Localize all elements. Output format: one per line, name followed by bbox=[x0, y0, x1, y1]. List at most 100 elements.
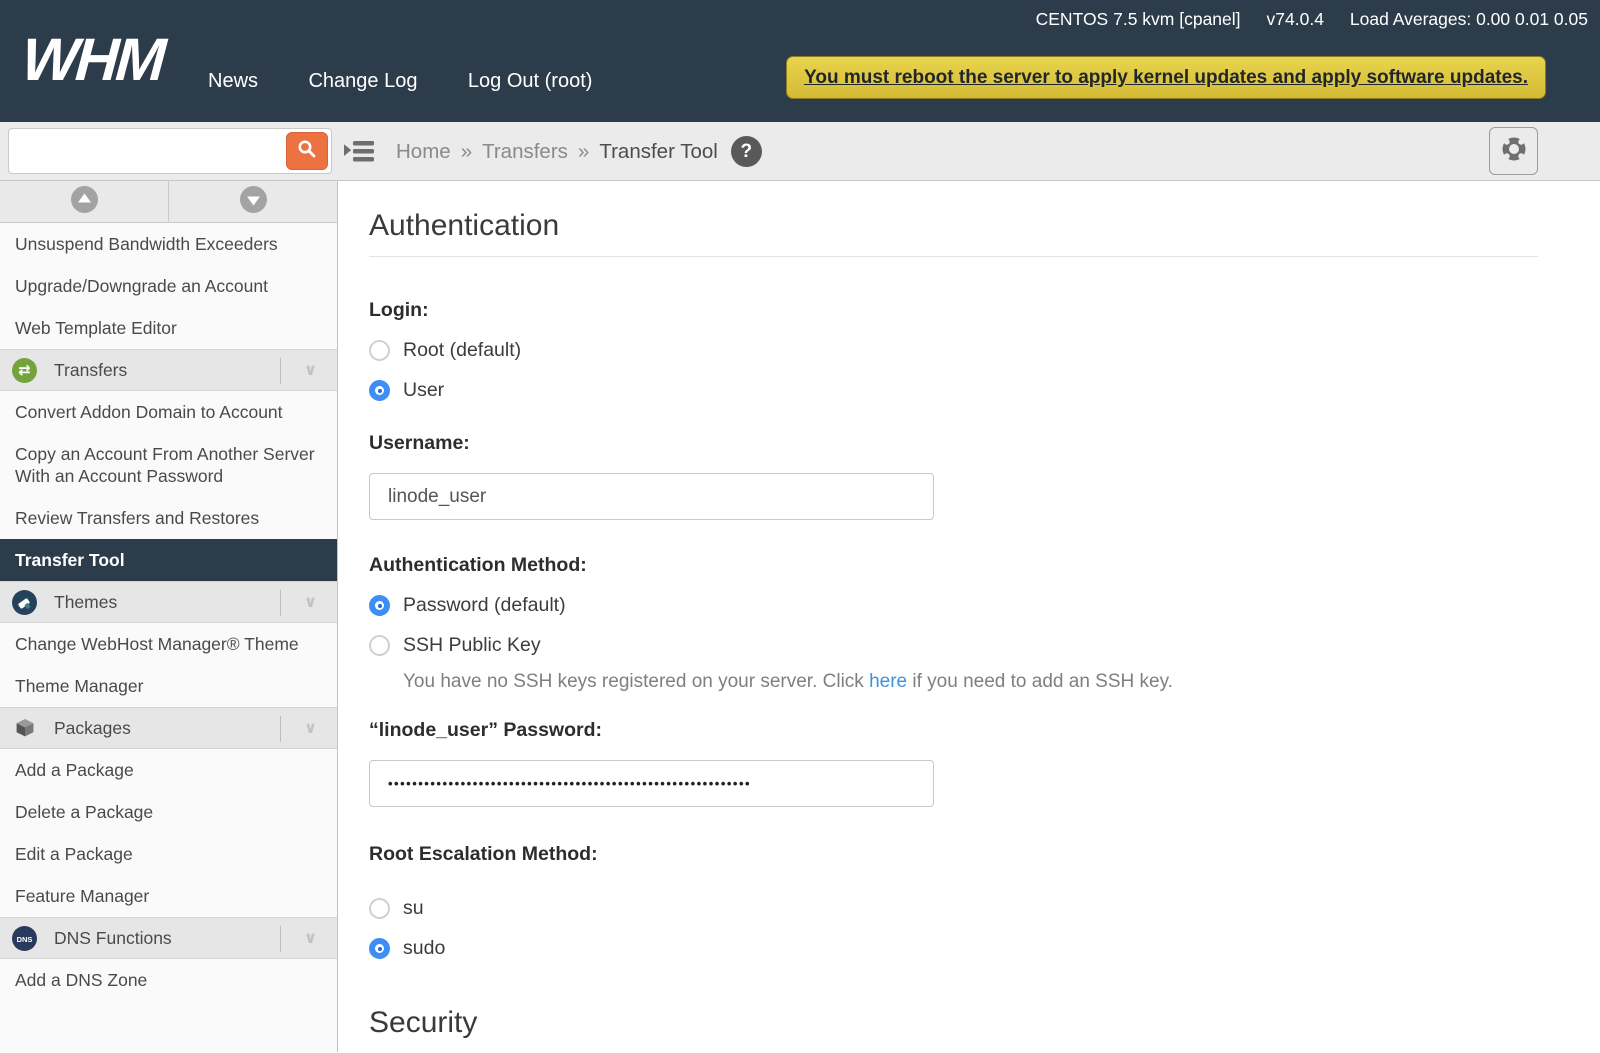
breadcrumb-transfer-tool: Transfer Tool bbox=[599, 140, 718, 164]
auth-method-password-label: Password (default) bbox=[403, 594, 566, 617]
root-escalation-su-option[interactable]: su bbox=[369, 897, 1538, 920]
support-button[interactable] bbox=[1489, 127, 1538, 175]
sidebar-item-feature-manager[interactable]: Feature Manager bbox=[0, 875, 337, 917]
sidebar-item-add-a-package[interactable]: Add a Package bbox=[0, 749, 337, 791]
transfers-icon: ⇄ bbox=[12, 358, 37, 383]
sidebar-item-convert-addon-domain-to-account[interactable]: Convert Addon Domain to Account bbox=[0, 391, 337, 433]
section-divider bbox=[280, 926, 281, 952]
breadcrumb: Home » Transfers » Transfer Tool? bbox=[396, 122, 762, 181]
sidebar-section-packages[interactable]: Packages ∨ bbox=[0, 707, 337, 749]
auth-method-ssh-label: SSH Public Key bbox=[403, 634, 541, 657]
arrow-down-circle-icon bbox=[239, 185, 268, 219]
auth-method-ssh-radio[interactable] bbox=[369, 635, 390, 656]
sidebar-item-unsuspend-bandwidth-exceeders[interactable]: Unsuspend Bandwidth Exceeders bbox=[0, 223, 337, 265]
chevron-down-icon[interactable]: ∨ bbox=[304, 360, 317, 380]
main-content: Authentication Login: Root (default) Use… bbox=[338, 181, 1600, 1052]
breadcrumb-transfers[interactable]: Transfers bbox=[482, 140, 568, 164]
help-icon[interactable]: ? bbox=[731, 136, 762, 167]
login-root-label: Root (default) bbox=[403, 339, 521, 362]
toolbar: Home » Transfers » Transfer Tool? bbox=[0, 122, 1600, 181]
whm-version: v74.0.4 bbox=[1267, 9, 1324, 29]
sidebar-item-delete-a-package[interactable]: Delete a Package bbox=[0, 791, 337, 833]
sidebar-scroll-down-button[interactable] bbox=[169, 181, 337, 222]
root-escalation-sudo-radio[interactable] bbox=[369, 938, 390, 959]
top-bar: CENTOS 7.5 kvm [cpanel] v74.0.4 Load Avera… bbox=[0, 0, 1600, 122]
ssh-note: You have no SSH keys registered on your … bbox=[403, 671, 1538, 693]
collapse-sidebar-icon[interactable] bbox=[344, 138, 376, 165]
sidebar-section-label: DNS Functions bbox=[54, 928, 172, 949]
root-escalation-label: Root Escalation Method: bbox=[369, 843, 1538, 866]
svg-text:DNS: DNS bbox=[17, 935, 33, 944]
section-divider bbox=[280, 590, 281, 616]
chevron-down-icon[interactable]: ∨ bbox=[304, 592, 317, 612]
section-divider bbox=[280, 716, 281, 742]
login-label: Login: bbox=[369, 299, 1538, 322]
sidebar-item-transfer-tool[interactable]: Transfer Tool bbox=[0, 539, 337, 581]
root-escalation-sudo-option[interactable]: sudo bbox=[369, 937, 1538, 960]
sidebar-item-review-transfers-and-restores[interactable]: Review Transfers and Restores bbox=[0, 497, 337, 539]
chevron-down-icon[interactable]: ∨ bbox=[304, 718, 317, 738]
search-button[interactable] bbox=[286, 132, 328, 170]
search-icon bbox=[296, 138, 318, 165]
life-preserver-icon bbox=[1496, 131, 1532, 172]
login-user-option[interactable]: User bbox=[369, 379, 1538, 402]
breadcrumb-separator: » bbox=[461, 140, 472, 164]
sidebar-section-label: Packages bbox=[54, 718, 131, 739]
sidebar-item-upgrade-downgrade-an-account[interactable]: Upgrade/Downgrade an Account bbox=[0, 265, 337, 307]
auth-method-label: Authentication Method: bbox=[369, 554, 1538, 577]
nav-change-log[interactable]: Change Log bbox=[308, 70, 417, 93]
sidebar-section-themes[interactable]: Themes ∨ bbox=[0, 581, 337, 623]
sidebar-item-theme-manager[interactable]: Theme Manager bbox=[0, 665, 337, 707]
username-label: Username: bbox=[369, 432, 1538, 455]
sidebar: Unsuspend Bandwidth ExceedersUpgrade/Dow… bbox=[0, 181, 338, 1052]
load-averages: Load Averages: 0.00 0.01 0.05 bbox=[1350, 9, 1588, 29]
login-root-radio[interactable] bbox=[369, 340, 390, 361]
section-divider bbox=[280, 358, 281, 384]
authentication-heading: Authentication bbox=[369, 209, 1538, 257]
login-user-radio[interactable] bbox=[369, 380, 390, 401]
dns-icon: DNS bbox=[12, 926, 37, 951]
root-escalation-su-label: su bbox=[403, 897, 424, 920]
themes-icon bbox=[12, 590, 37, 615]
login-root-option[interactable]: Root (default) bbox=[369, 339, 1538, 362]
auth-method-password-option[interactable]: Password (default) bbox=[369, 594, 1538, 617]
top-nav: News Change Log Log Out (root) bbox=[208, 70, 638, 93]
sidebar-item-edit-a-package[interactable]: Edit a Package bbox=[0, 833, 337, 875]
sidebar-section-label: Transfers bbox=[54, 360, 127, 381]
password-label: “linode_user” Password: bbox=[369, 719, 1538, 742]
sidebar-scroll-controls bbox=[0, 181, 337, 223]
login-user-label: User bbox=[403, 379, 444, 402]
breadcrumb-home[interactable]: Home bbox=[396, 140, 451, 164]
sidebar-item-change-webhost-manager-theme[interactable]: Change WebHost Manager® Theme bbox=[0, 623, 337, 665]
server-info: CENTOS 7.5 kvm [cpanel] v74.0.4 Load Avera… bbox=[1010, 9, 1588, 30]
breadcrumb-separator: » bbox=[578, 140, 589, 164]
security-heading: Security bbox=[369, 1006, 1538, 1053]
auth-method-ssh-option[interactable]: SSH Public Key bbox=[369, 634, 1538, 657]
sidebar-section-dns-functions[interactable]: DNS DNS Functions ∨ bbox=[0, 917, 337, 959]
sidebar-section-transfers[interactable]: ⇄ Transfers ∨ bbox=[0, 349, 337, 391]
sidebar-menu: Unsuspend Bandwidth ExceedersUpgrade/Dow… bbox=[0, 223, 337, 1001]
nav-log-out[interactable]: Log Out (root) bbox=[468, 70, 593, 93]
search-input[interactable] bbox=[8, 128, 332, 174]
ssh-note-after: if you need to add an SSH key. bbox=[907, 671, 1173, 692]
ssh-note-here-link[interactable]: here bbox=[869, 671, 907, 692]
root-escalation-sudo-label: sudo bbox=[403, 937, 445, 960]
root-escalation-su-radio[interactable] bbox=[369, 898, 390, 919]
arrow-up-circle-icon bbox=[70, 185, 99, 219]
username-input[interactable] bbox=[369, 473, 934, 520]
auth-method-password-radio[interactable] bbox=[369, 595, 390, 616]
chevron-down-icon[interactable]: ∨ bbox=[304, 928, 317, 948]
search-box bbox=[8, 128, 332, 174]
sidebar-item-add-a-dns-zone[interactable]: Add a DNS Zone bbox=[0, 959, 337, 1001]
server-env: CENTOS 7.5 kvm [cpanel] bbox=[1036, 9, 1241, 29]
whm-logo[interactable]: WHM bbox=[20, 30, 165, 90]
password-input[interactable] bbox=[369, 760, 934, 807]
nav-news[interactable]: News bbox=[208, 70, 258, 93]
sidebar-item-web-template-editor[interactable]: Web Template Editor bbox=[0, 307, 337, 349]
sidebar-scroll-up-button[interactable] bbox=[0, 181, 169, 222]
packages-icon bbox=[12, 716, 37, 741]
sidebar-item-copy-an-account-from-another-server-with-an-account-password[interactable]: Copy an Account From Another Server With… bbox=[0, 433, 337, 497]
sidebar-section-label: Themes bbox=[54, 592, 117, 613]
reboot-warning-banner[interactable]: You must reboot the server to apply kern… bbox=[786, 56, 1546, 99]
ssh-note-before: You have no SSH keys registered on your … bbox=[403, 671, 869, 692]
